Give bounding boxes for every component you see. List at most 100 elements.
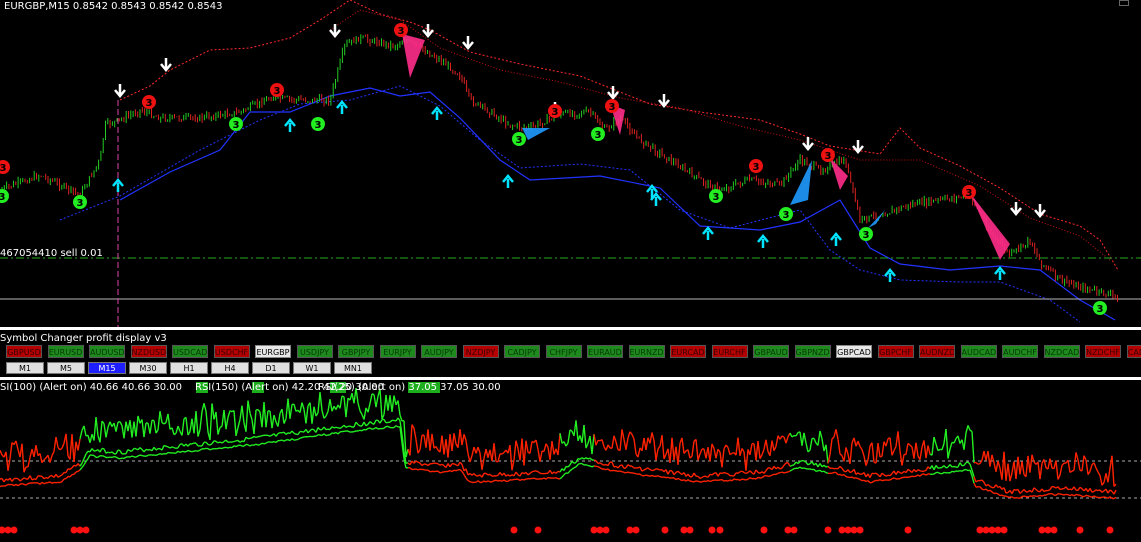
pair-button-cadchf[interactable]: CADCHF [1126, 345, 1141, 358]
rsi-line-segment [93, 454, 97, 458]
timeframe-button-w1[interactable]: W1 [293, 362, 331, 374]
rsi-line-segment [219, 425, 223, 429]
rsi-line-segment [0, 450, 3, 456]
pair-button-audjpy[interactable]: AUDJPY [421, 345, 457, 358]
rsi-line-segment [25, 482, 29, 486]
rsi-alert-dot [686, 526, 694, 534]
rsi-line-segment [173, 446, 177, 450]
rsi-line-segment [741, 470, 745, 474]
timeframe-button-m5[interactable]: M5 [47, 362, 85, 374]
rsi-line-segment [875, 472, 879, 476]
rsi-line-segment [1073, 493, 1077, 497]
pair-button-nzdchf[interactable]: NZDCHF [1085, 345, 1121, 358]
rsi-line-segment [69, 474, 73, 478]
rsi-line-segment [131, 455, 135, 458]
rsi-line-segment [221, 446, 225, 450]
pair-button-audcad[interactable]: AUDCAD [960, 345, 997, 358]
rsi-canvas[interactable] [0, 380, 1141, 542]
chart-shift-icon[interactable] [1119, 0, 1129, 6]
rsi-line-segment [991, 454, 995, 463]
rsi-line-segment [379, 388, 383, 420]
pair-button-eurcad[interactable]: EURCAD [670, 345, 706, 358]
rsi-line-segment [119, 421, 123, 426]
rsi-line-segment [315, 427, 319, 433]
rsi-line-segment [859, 446, 863, 451]
timeframe-button-d1[interactable]: D1 [252, 362, 290, 374]
pair-button-usdcad[interactable]: USDCAD [172, 345, 208, 358]
rsi-line-segment [855, 477, 859, 480]
rsi-line-segment [1085, 459, 1089, 475]
pair-button-audusd[interactable]: AUDUSD [89, 345, 125, 358]
rsi-line-segment [1009, 472, 1013, 482]
rsi-line-segment [631, 465, 635, 469]
timeframe-button-m15[interactable]: M15 [88, 362, 126, 374]
rsi-line-segment [1093, 489, 1097, 492]
pair-button-nzdusd[interactable]: NZDUSD [130, 345, 167, 358]
price-chart-canvas[interactable]: 3 3 3 3 3 3 3 3 3 3 3 3 3 3 3 3 3 3 3 [0, 0, 1141, 327]
timeframe-button-h4[interactable]: H4 [211, 362, 249, 374]
rsi-line-segment [159, 411, 163, 423]
rsi-line-segment [453, 433, 457, 445]
rsi-line-segment [157, 411, 161, 431]
bear-fan-shape [402, 34, 425, 78]
rsi-line-segment [585, 457, 589, 460]
rsi-indicator-panel[interactable]: SI(100) (Alert on) 40.66 40.66 30.00 RSI… [0, 380, 1141, 542]
pair-button-gbpcad[interactable]: GBPCAD [836, 345, 872, 358]
rsi-line-segment [975, 479, 979, 483]
timeframe-button-m1[interactable]: M1 [6, 362, 44, 374]
rsi-line-segment [603, 463, 607, 466]
rsi-line-segment [239, 444, 243, 447]
rsi-line-segment [161, 445, 165, 451]
timeframe-button-h1[interactable]: H1 [170, 362, 208, 374]
rsi-line-segment [695, 439, 699, 461]
rsi-line-segment [13, 483, 17, 487]
rsi-line-segment [1029, 454, 1033, 473]
rsi-line-segment [135, 415, 139, 437]
rsi-line-segment [657, 468, 661, 471]
price-chart-panel[interactable]: 3 3 3 3 3 3 3 3 3 3 3 3 3 3 3 3 3 3 3 EURGBP,M15 0.8542 0.… [0, 0, 1141, 327]
rsi-line-segment [0, 485, 3, 488]
timeframe-button-m30[interactable]: M30 [129, 362, 167, 374]
rsi-line-segment [1083, 494, 1087, 498]
pair-button-gbpaud[interactable]: GBPAUD [753, 345, 789, 358]
pair-button-chfjpy[interactable]: CHFJPY [545, 345, 582, 358]
rsi-line-segment [675, 477, 679, 481]
rsi-line-segment [23, 477, 27, 480]
pair-button-nzdjpy[interactable]: NZDJPY [462, 345, 499, 358]
rsi-header-1: SI(100) (Alert on) 40.66 40.66 30.00 [0, 382, 183, 393]
pair-button-eurjpy[interactable]: EURJPY [379, 345, 416, 358]
down-arrow-icon [1010, 202, 1022, 216]
rsi-line-segment [1057, 486, 1061, 490]
timeframe-button-mn1[interactable]: MN1 [334, 362, 372, 374]
pair-button-cadjpy[interactable]: CADJPY [504, 345, 540, 358]
up-arrow-icon [336, 100, 348, 114]
pair-button-gbpjpy[interactable]: GBPJPY [338, 345, 374, 358]
rsi-line-segment [277, 413, 281, 427]
pair-button-gbpnzd[interactable]: GBPNZD [794, 345, 831, 358]
rsi-line-segment [195, 442, 199, 447]
pair-button-audnzd[interactable]: AUDNZD [919, 345, 955, 358]
pair-button-usdchf[interactable]: USDCHF [213, 345, 250, 358]
pair-button-eurusd[interactable]: EURUSD [47, 345, 84, 358]
rsi-line-segment [599, 462, 603, 465]
rsi-line-segment [415, 439, 419, 454]
pair-button-euraud[interactable]: EURAUD [587, 345, 623, 358]
pair-button-nzdcad[interactable]: NZDCAD [1043, 345, 1080, 358]
sell-signal-badge: 3 [142, 95, 156, 109]
pair-button-gbpusd[interactable]: GBPUSD [6, 345, 42, 358]
pair-button-audchf[interactable]: AUDCHF [1002, 345, 1038, 358]
pair-button-gbpchf[interactable]: GBPCHF [877, 345, 914, 358]
pair-button-eurgbp[interactable]: EURGBP [255, 345, 291, 358]
pair-button-eurnzd[interactable]: EURNZD [628, 345, 665, 358]
pair-button-eurchf[interactable]: EURCHF [711, 345, 748, 358]
pair-button-usdjpy[interactable]: USDJPY [296, 345, 333, 358]
rsi-line-segment [761, 449, 765, 456]
rsi-line-segment [237, 419, 241, 428]
rsi-line-segment [149, 420, 153, 434]
rsi-line-segment [455, 469, 459, 472]
rsi-line-segment [857, 440, 861, 447]
rsi-alert-dot [760, 526, 768, 534]
rsi-line-segment [953, 465, 957, 468]
rsi-line-segment [831, 471, 835, 474]
rsi-line-segment [883, 474, 887, 477]
